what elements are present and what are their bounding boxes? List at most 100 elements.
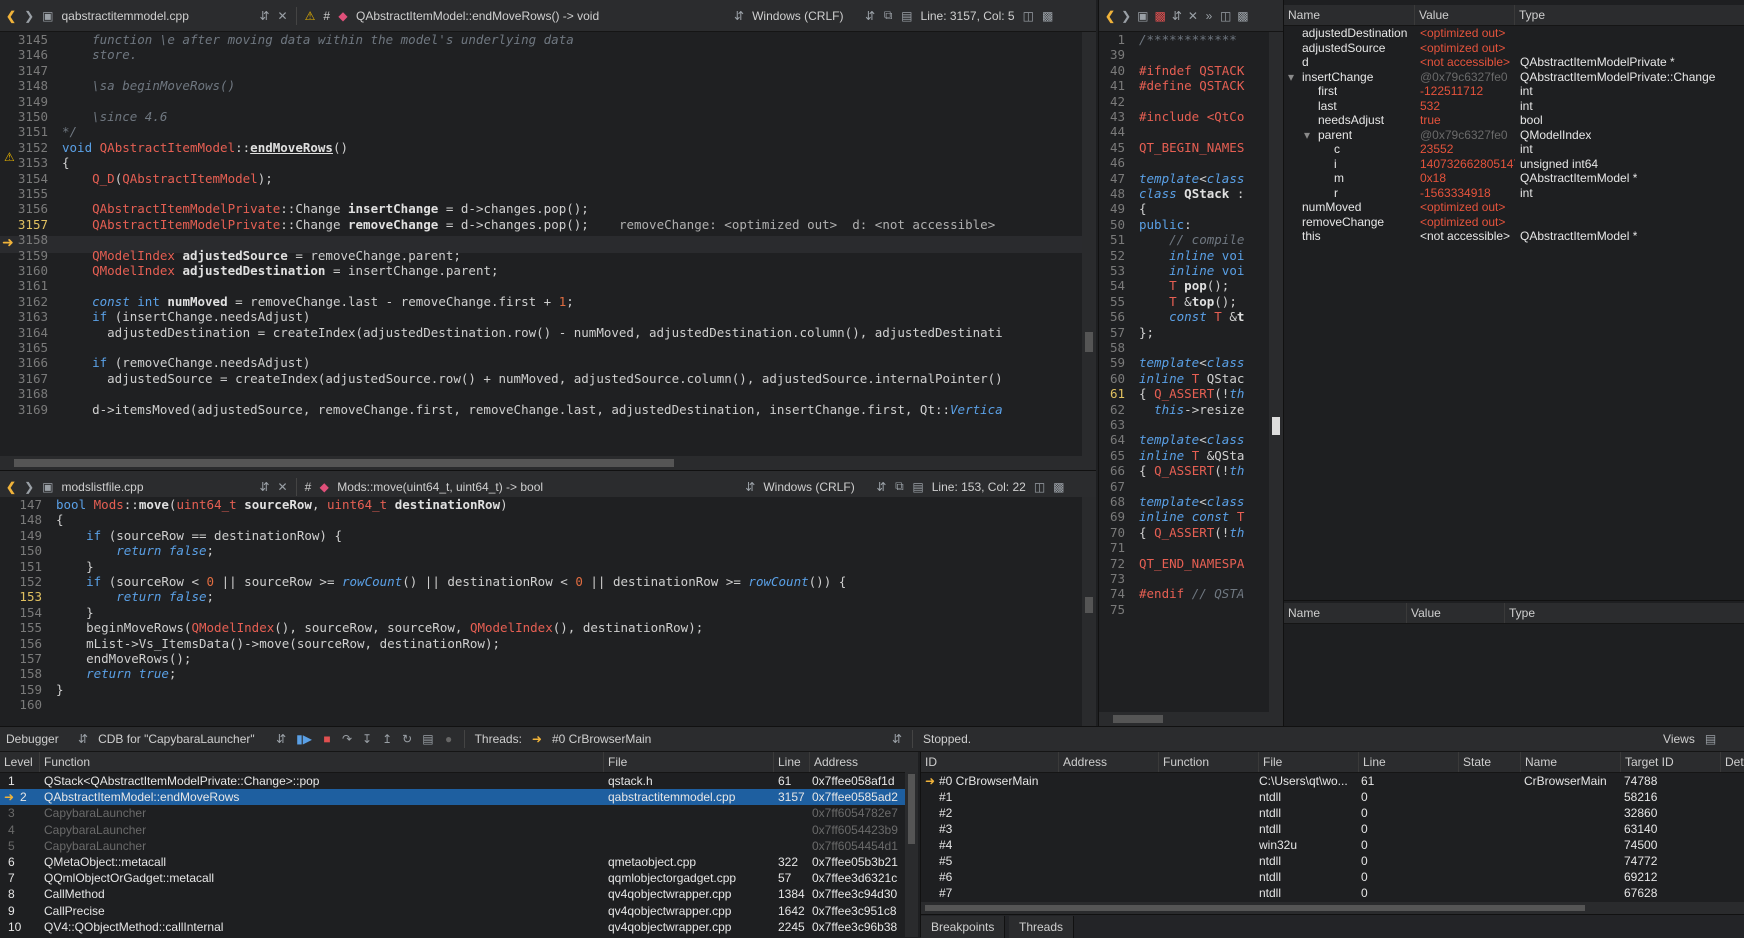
mode-dropdown-icon[interactable]: ⇵ <box>78 732 88 746</box>
top-editor-vscroll[interactable] <box>1082 32 1096 456</box>
top-editor-encoding[interactable]: Windows (CRLF) <box>752 9 857 23</box>
close-split-icon[interactable]: ▩ <box>1237 9 1248 23</box>
file-dropdown-icon[interactable]: ⇵ <box>1172 9 1182 23</box>
file-dropdown-icon[interactable]: ⇵ <box>259 480 269 494</box>
bottom-editor-filename[interactable]: modslistfile.cpp <box>61 480 251 494</box>
threads-col-address[interactable]: Address <box>1059 752 1159 772</box>
bottom-editor-position[interactable]: Line: 153, Col: 22 <box>932 480 1026 494</box>
thread-row[interactable]: #4 win32u 0 74500 <box>921 837 1744 853</box>
close-file-icon[interactable]: ✕ <box>1188 9 1198 23</box>
more-icon[interactable]: » <box>1204 9 1214 23</box>
threads-col-line[interactable]: Line <box>1359 752 1459 772</box>
locals-row[interactable]: i 140732662805147 unsigned int64 <box>1284 157 1744 171</box>
restart-icon[interactable]: ↻ <box>402 732 412 746</box>
threads-col-id[interactable]: ID <box>921 752 1059 772</box>
locals-row[interactable]: r -1563334918 int <box>1284 186 1744 200</box>
warning-icon[interactable]: ⚠ <box>305 9 316 23</box>
locals-row[interactable]: ▾ parent @0x79c6327fe0 QModelIndex <box>1284 128 1744 142</box>
close-file-icon[interactable]: ✕ <box>278 9 288 23</box>
step-over-icon[interactable]: ↷ <box>342 732 352 746</box>
expand-arrow-icon[interactable]: ▾ <box>1288 70 1294 84</box>
watch-col-type[interactable]: Type <box>1505 603 1744 623</box>
threads-col-state[interactable]: State <box>1459 752 1521 772</box>
threads-col-function[interactable]: Function <box>1159 752 1259 772</box>
stack-col-file[interactable]: File <box>604 752 774 772</box>
stack-col-address[interactable]: Address <box>810 752 910 772</box>
function-dropdown-icon[interactable]: ⇵ <box>745 480 755 494</box>
scroll-thumb[interactable] <box>925 905 1585 911</box>
file-dropdown-icon[interactable]: ⇵ <box>259 9 269 23</box>
thread-dropdown-icon[interactable]: ⇵ <box>892 732 902 746</box>
locals-col-name[interactable]: Name <box>1284 5 1415 25</box>
threads-col-file[interactable]: File <box>1259 752 1359 772</box>
top-editor-function-sig[interactable]: QAbstractItemModel::endMoveRows() -> voi… <box>356 9 726 23</box>
back-icon[interactable]: ❮ <box>6 9 16 23</box>
split-icon[interactable]: ⧉ <box>894 479 904 494</box>
forward-icon[interactable]: ❯ <box>24 9 34 23</box>
close-split-icon[interactable]: ▩ <box>1042 9 1053 23</box>
stack-frame-row[interactable]: 5 CapybaraLauncher 0x7ff6054454d1 <box>0 838 918 854</box>
stop-icon[interactable]: ■ <box>322 732 332 746</box>
scroll-thumb[interactable] <box>908 774 915 844</box>
thread-row[interactable]: #5 ntdll 0 74772 <box>921 853 1744 869</box>
close-split-icon[interactable]: ▩ <box>1053 480 1064 494</box>
thread-row[interactable]: #1 ntdll 0 58216 <box>921 789 1744 805</box>
thread-row[interactable]: #6 ntdll 0 69212 <box>921 869 1744 885</box>
close-file-icon[interactable]: ✕ <box>278 480 288 494</box>
tab-threads[interactable]: Threads <box>1009 916 1075 938</box>
scroll-thumb[interactable] <box>14 459 674 467</box>
locals-row[interactable]: needsAdjust true bool <box>1284 113 1744 127</box>
stack-frame-row[interactable]: 3 CapybaraLauncher 0x7ff6054782e7 <box>0 805 918 821</box>
split-horizontal-icon[interactable]: ◫ <box>1034 480 1045 494</box>
split-icon[interactable]: ⧉ <box>883 8 893 23</box>
locals-row[interactable]: numMoved <optimized out> <box>1284 200 1744 214</box>
threads-hscroll[interactable] <box>921 902 1744 914</box>
top-code-area[interactable]: 3145 function \e after moving data withi… <box>0 32 1082 456</box>
back-icon[interactable]: ❮ <box>1105 9 1115 23</box>
forward-icon[interactable]: ❯ <box>24 480 34 494</box>
stack-frame-row[interactable]: 8 CallMethod qv4qobjectwrapper.cpp 1384 0x7f… <box>0 886 918 902</box>
panel-icon[interactable]: ▤ <box>1705 732 1716 746</box>
top-editor-filename[interactable]: qabstractitemmodel.cpp <box>61 9 251 23</box>
outline-icon[interactable]: ▤ <box>901 9 912 23</box>
top-editor-hscroll[interactable] <box>0 456 1096 470</box>
stack-frame-row[interactable]: ➜ 2 QAbstractItemModel::endMoveRows qabstra… <box>0 789 918 806</box>
stack-col-level[interactable]: Level <box>0 752 40 772</box>
locals-row[interactable]: d <not accessible> QAbstractItemModelPriva… <box>1284 55 1744 69</box>
thread-select[interactable]: #0 CrBrowserMain <box>552 732 882 746</box>
function-dropdown-icon[interactable]: ⇵ <box>734 9 744 23</box>
thread-row[interactable]: ➜ #0 CrBrowserMain C:\Users\qt\wo... 61 CrBr… <box>921 773 1744 789</box>
locals-row[interactable]: c 23552 int <box>1284 142 1744 156</box>
step-into-icon[interactable]: ↧ <box>362 732 372 746</box>
locals-col-type[interactable]: Type <box>1515 5 1744 25</box>
locals-row[interactable]: last 532 int <box>1284 99 1744 113</box>
breakpoint-toggle-icon[interactable]: ● <box>444 732 454 746</box>
right-code-area[interactable]: 1 /************ 39 40 #ifndef QSTACK 41 #defin… <box>1099 32 1269 712</box>
split-horizontal-icon[interactable]: ◫ <box>1220 9 1231 23</box>
bottom-editor-encoding[interactable]: Windows (CRLF) <box>763 480 868 494</box>
debugger-engine-select[interactable]: CDB for "CapybaraLauncher" <box>98 732 266 746</box>
stack-frame-row[interactable]: 4 CapybaraLauncher 0x7ff6054423b9 <box>0 822 918 838</box>
right-editor-vscroll[interactable] <box>1269 32 1283 712</box>
stack-frame-row[interactable]: 6 QMetaObject::metacall qmetaobject.cpp 322… <box>0 854 918 870</box>
scroll-thumb[interactable] <box>1272 417 1280 435</box>
thread-row[interactable]: #7 ntdll 0 67628 <box>921 885 1744 901</box>
continue-icon[interactable]: ▮▶ <box>296 732 312 746</box>
stack-col-line[interactable]: Line <box>774 752 810 772</box>
outline-icon[interactable]: ▤ <box>912 480 923 494</box>
encoding-dropdown-icon[interactable]: ⇵ <box>865 9 875 23</box>
views-button[interactable]: Views <box>1663 732 1695 746</box>
locals-row[interactable]: adjustedDestination <optimized out> <box>1284 26 1744 40</box>
step-out-icon[interactable]: ↥ <box>382 732 392 746</box>
locals-row[interactable]: adjustedSource <optimized out> <box>1284 41 1744 55</box>
encoding-dropdown-icon[interactable]: ⇵ <box>876 480 886 494</box>
locals-row[interactable]: first -122511712 int <box>1284 84 1744 98</box>
tab-breakpoints[interactable]: Breakpoints <box>921 916 1006 938</box>
stack-frame-row[interactable]: 1 QStack<QAbstractItemModelPrivate::Chang… <box>0 773 918 789</box>
debugger-mode-select[interactable]: Debugger <box>6 732 68 746</box>
scroll-thumb[interactable] <box>1085 597 1093 613</box>
locals-row[interactable]: ▾ insertChange @0x79c6327fe0 QAbstractItemM… <box>1284 70 1744 84</box>
locals-col-value[interactable]: Value <box>1415 5 1515 25</box>
back-icon[interactable]: ❮ <box>6 480 16 494</box>
threads-col-detail[interactable]: Det <box>1721 752 1744 772</box>
